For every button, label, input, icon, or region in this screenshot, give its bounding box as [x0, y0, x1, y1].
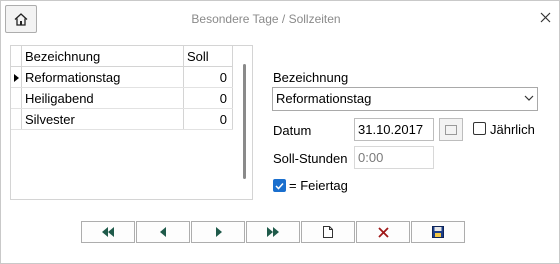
save-record-button[interactable]: [411, 221, 465, 243]
row-indicator: [11, 67, 22, 87]
last-record-button[interactable]: [246, 221, 300, 243]
home-button[interactable]: [5, 5, 37, 33]
double-left-icon: [102, 227, 114, 237]
table-row[interactable]: Silvester 0: [11, 109, 233, 130]
close-icon: [540, 12, 550, 22]
cell-soll[interactable]: 0: [184, 88, 233, 108]
delete-record-button[interactable]: [356, 221, 410, 243]
cell-soll[interactable]: 0: [184, 67, 233, 87]
date-picker-button[interactable]: [439, 118, 463, 141]
soll-stunden-field[interactable]: 0:00: [354, 146, 434, 169]
first-record-button[interactable]: [81, 221, 135, 243]
home-icon: [14, 12, 28, 26]
close-button[interactable]: [537, 9, 553, 25]
bezeichnung-combobox[interactable]: Reformationstag: [272, 87, 538, 111]
dialog-window: Besondere Tage / Sollzeiten Bezeichnung …: [0, 0, 560, 264]
bezeichnung-value: Reformationstag: [276, 91, 372, 106]
next-record-button[interactable]: [191, 221, 245, 243]
previous-record-button[interactable]: [136, 221, 190, 243]
grid-header: Bezeichnung Soll: [11, 46, 233, 67]
calendar-icon: [445, 124, 457, 135]
delete-x-icon: [377, 226, 389, 238]
column-header-soll[interactable]: Soll: [184, 46, 233, 66]
checkmark-icon: [275, 182, 284, 190]
soll-stunden-label: Soll-Stunden: [273, 151, 348, 166]
column-header-bezeichnung[interactable]: Bezeichnung: [22, 46, 184, 66]
save-disk-icon: [432, 226, 444, 238]
grid-scrollbar[interactable]: [243, 64, 246, 179]
row-indicator: [11, 109, 22, 129]
record-toolbar: [81, 221, 466, 243]
jaehrlich-checkbox[interactable]: [473, 122, 486, 135]
double-right-icon: [267, 227, 279, 237]
feiertag-checkbox[interactable]: [273, 179, 286, 192]
cell-soll[interactable]: 0: [184, 109, 233, 129]
holiday-grid[interactable]: Bezeichnung Soll Reformationstag 0 Heili…: [10, 45, 253, 200]
table-row[interactable]: Reformationstag 0: [11, 67, 233, 88]
current-row-arrow-icon: [14, 74, 19, 82]
window-title: Besondere Tage / Sollzeiten: [191, 12, 341, 26]
bezeichnung-label: Bezeichnung: [273, 70, 349, 85]
datum-label: Datum: [273, 123, 312, 138]
new-record-button[interactable]: [301, 221, 355, 243]
chevron-down-icon: [524, 95, 534, 101]
right-icon: [215, 227, 222, 237]
header-indicator-cell: [11, 46, 22, 66]
left-icon: [159, 227, 166, 237]
feiertag-label: = Feiertag: [289, 178, 348, 193]
row-indicator: [11, 88, 22, 108]
new-document-icon: [323, 226, 333, 238]
cell-bezeichnung[interactable]: Silvester: [22, 109, 184, 129]
cell-bezeichnung[interactable]: Reformationstag: [22, 67, 184, 87]
cell-bezeichnung[interactable]: Heiligabend: [22, 88, 184, 108]
jaehrlich-label: Jährlich: [490, 122, 535, 137]
datum-field[interactable]: 31.10.2017: [354, 118, 434, 141]
table-row[interactable]: Heiligabend 0: [11, 88, 233, 109]
